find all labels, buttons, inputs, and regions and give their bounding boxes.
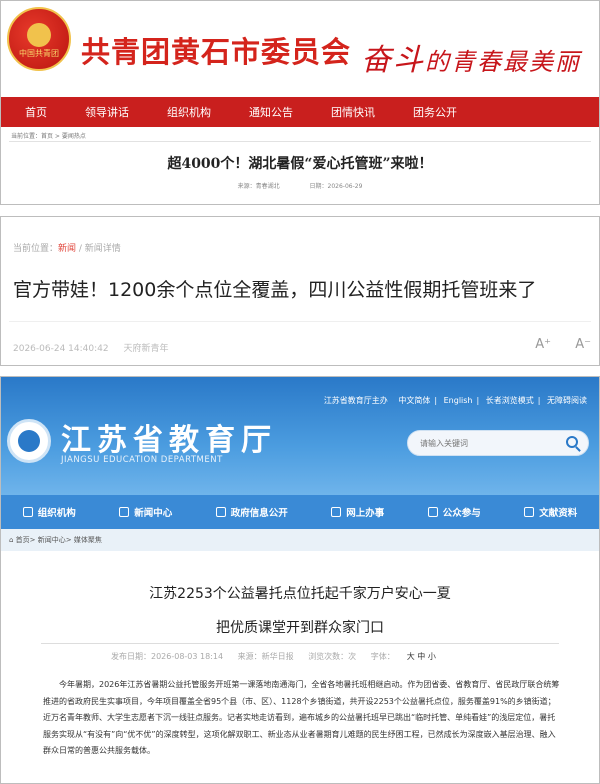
search-input[interactable] bbox=[420, 431, 560, 456]
nav-item-organization[interactable]: 组织机构 bbox=[167, 104, 211, 120]
article-meta: 2026-06-24 14:40:42 天府新青年 bbox=[13, 341, 180, 354]
divider bbox=[41, 643, 559, 644]
article-time: 2026-06-24 14:40:42 bbox=[13, 344, 109, 354]
breadcrumb-text: 首页> 新闻中心> 媒体聚焦 bbox=[15, 536, 102, 544]
huangshi-league-panel: 中国共青团 共青团黄石市委员会 奋斗的青春最美丽 首页 领导讲话 组织机构 通知… bbox=[0, 0, 600, 205]
youth-league-emblem-icon: 中国共青团 bbox=[7, 7, 71, 71]
breadcrumb: 当前位置：新闻 / 新闻详情 bbox=[13, 241, 121, 254]
search-box bbox=[407, 430, 589, 456]
font-increase-button[interactable]: A⁺ bbox=[535, 337, 551, 352]
education-dept-logo-icon bbox=[7, 419, 51, 463]
breadcrumb-prefix: 当前位置： bbox=[13, 244, 59, 254]
article-title: 超4000个！湖北暑假“爱心托管班”来啦！ bbox=[167, 156, 433, 172]
printer-icon bbox=[524, 507, 535, 517]
lang-chinese-link[interactable]: 中文简体 bbox=[398, 396, 430, 405]
article-subtitle: 把优质课堂开到群众家门口 bbox=[216, 620, 384, 636]
nav-label: 网上办事 bbox=[346, 508, 385, 519]
nav-label: 文献资料 bbox=[539, 508, 578, 519]
article-meta: 来源：青春湖北 日期：2026-06-29 bbox=[1, 181, 599, 190]
nav-item-speeches[interactable]: 领导讲话 bbox=[85, 104, 129, 120]
article-title: 江苏2253个公益暑托点位托起千家万户安心一夏 bbox=[149, 586, 451, 602]
divider bbox=[9, 321, 591, 322]
nav-label: 组织机构 bbox=[37, 508, 76, 519]
breadcrumb: ⌂ 首页> 新闻中心> 媒体聚焦 bbox=[1, 529, 599, 551]
nav-item-public-participation[interactable]: 公众参与 bbox=[427, 505, 481, 519]
breadcrumb-current: / 新闻详情 bbox=[76, 244, 121, 254]
font-size-options[interactable]: 大 中 小 bbox=[407, 652, 436, 661]
emblem-text: 中国共青团 bbox=[19, 49, 59, 58]
nav-label: 政府信息公开 bbox=[230, 508, 288, 519]
org-chart-icon bbox=[22, 507, 33, 517]
site-subtitle: JIANGSU EDUCATION DEPARTMENT bbox=[61, 455, 223, 465]
home-icon[interactable]: ⌂ bbox=[9, 536, 16, 544]
search-icon[interactable] bbox=[566, 436, 578, 448]
heart-icon bbox=[427, 507, 438, 517]
nav-item-gov-info[interactable]: 政府信息公开 bbox=[215, 505, 288, 519]
nav-item-home[interactable]: 首页 bbox=[25, 104, 47, 120]
article-date: 日期：2026-06-29 bbox=[309, 183, 363, 190]
sichuan-news-panel: 当前位置：新闻 / 新闻详情 官方带娃！1200余个点位全覆盖，四川公益性假期托… bbox=[0, 216, 600, 366]
elder-mode-link[interactable]: 长者浏览模式 bbox=[486, 396, 534, 405]
nav-item-news[interactable]: 团情快讯 bbox=[331, 104, 375, 120]
jiangsu-education-panel: 江苏省教育厅主办 中文简体 | English | 长者浏览模式 | 无障碍阅读 江苏… bbox=[0, 376, 600, 784]
article-meta: 发布日期：2026-08-03 18:14 来源：新华日报 浏览次数：次 字体：… bbox=[111, 651, 448, 662]
nav-label: 公众参与 bbox=[442, 508, 481, 519]
nav-label: 新闻中心 bbox=[134, 508, 173, 519]
nav-item-affairs[interactable]: 团务公开 bbox=[413, 104, 457, 120]
nav-item-online-services[interactable]: 网上办事 bbox=[331, 505, 384, 519]
accessibility-link[interactable]: 无障碍阅读 bbox=[547, 396, 587, 405]
font-size-label: 字体： bbox=[370, 652, 395, 661]
lang-english-link[interactable]: English bbox=[444, 396, 473, 405]
breadcrumb-news-link[interactable]: 新闻 bbox=[58, 244, 76, 254]
slogan-rest: 的青春最美丽 bbox=[425, 48, 581, 76]
publish-date: 发布日期：2026-08-03 18:14 bbox=[111, 652, 224, 661]
nav-item-notices[interactable]: 通知公告 bbox=[249, 104, 293, 120]
view-count: 浏览次数：次 bbox=[308, 652, 357, 661]
article-source: 来源：新华日报 bbox=[237, 652, 294, 661]
site-header: 中国共青团 共青团黄石市委员会 奋斗的青春最美丽 bbox=[1, 1, 599, 93]
nav-item-documents[interactable]: 文献资料 bbox=[524, 505, 577, 519]
nav-item-organization[interactable]: 组织机构 bbox=[22, 505, 76, 519]
nav-item-news-center[interactable]: 新闻中心 bbox=[119, 505, 172, 519]
article-title: 官方带娃！1200余个点位全覆盖，四川公益性假期托管班来了 bbox=[13, 279, 537, 301]
host-label: 江苏省教育厅主办 bbox=[323, 396, 388, 405]
monitor-icon bbox=[331, 507, 342, 517]
breadcrumb: 当前位置：首页 > 要闻热点 bbox=[11, 133, 86, 140]
document-icon bbox=[119, 507, 130, 517]
article-source: 来源：青春湖北 bbox=[237, 183, 280, 190]
article-body: 今年暑期，2026年江苏省暑期公益托管服务开班第一课落地南通海门，全省各地暑托班… bbox=[43, 680, 560, 755]
slogan-main: 奋斗 bbox=[361, 43, 425, 78]
compass-icon bbox=[215, 507, 226, 517]
slogan: 奋斗的青春最美丽 bbox=[361, 35, 581, 79]
font-decrease-button[interactable]: A⁻ bbox=[575, 337, 591, 352]
org-name: 共青团黄石市委员会 bbox=[81, 35, 352, 69]
site-title: 江苏省教育厅 bbox=[61, 423, 277, 458]
main-nav: 组织机构 新闻中心 政府信息公开 网上办事 公众参与 文献资料 bbox=[1, 495, 599, 529]
site-header: 江苏省教育厅主办 中文简体 | English | 长者浏览模式 | 无障碍阅读 江苏… bbox=[1, 377, 599, 495]
main-nav: 首页 领导讲话 组织机构 通知公告 团情快讯 团务公开 bbox=[1, 97, 599, 127]
top-links: 江苏省教育厅主办 中文简体 | English | 长者浏览模式 | 无障碍阅读 bbox=[323, 396, 587, 405]
divider bbox=[9, 141, 591, 142]
article-source: 天府新青年 bbox=[123, 344, 169, 354]
